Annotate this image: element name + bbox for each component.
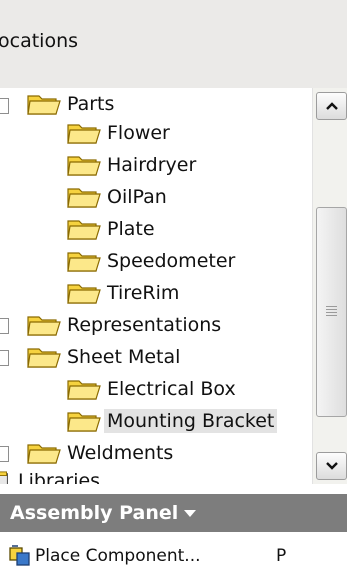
folder-icon bbox=[67, 156, 101, 176]
tree-item-label: Plate bbox=[107, 218, 155, 240]
tree-item-label: Weldments bbox=[67, 442, 174, 464]
scroll-down-button[interactable] bbox=[316, 452, 347, 480]
tree-expander-parts[interactable] bbox=[0, 98, 9, 114]
tree-item-label: Parts bbox=[67, 93, 115, 115]
folder-icon bbox=[27, 444, 61, 464]
locations-header: ocations bbox=[0, 0, 347, 89]
tree-item-label: Hairdryer bbox=[107, 154, 197, 176]
folder-icon bbox=[27, 95, 61, 115]
tree-item-label: OilPan bbox=[107, 186, 167, 208]
tree-item-label: Electrical Box bbox=[107, 378, 236, 400]
tree-item-oilpan[interactable]: OilPan bbox=[66, 181, 170, 213]
folder-icon bbox=[67, 124, 101, 144]
tree-item-plate[interactable]: Plate bbox=[66, 213, 158, 245]
tree-item-hairdryer[interactable]: Hairdryer bbox=[66, 149, 199, 181]
folder-icon bbox=[27, 316, 61, 336]
tree-expander-representations[interactable] bbox=[0, 318, 9, 334]
library-tree[interactable]: Parts Flower Hairdryer OilPan Plate Spee… bbox=[0, 88, 312, 484]
folder-icon bbox=[27, 348, 61, 368]
dropdown-arrow-icon[interactable] bbox=[184, 509, 197, 517]
tree-expander-sheet-metal[interactable] bbox=[0, 350, 9, 366]
chevron-up-icon bbox=[325, 102, 338, 110]
tree-item-representations[interactable]: Representations bbox=[26, 309, 224, 341]
folder-icon bbox=[67, 220, 101, 240]
folder-icon bbox=[67, 412, 101, 432]
tree-item-label: TireRim bbox=[107, 282, 180, 304]
place-component-command[interactable]: Place Component... bbox=[35, 546, 201, 566]
tree-scrollbar[interactable] bbox=[312, 88, 347, 484]
assembly-panel-header[interactable]: Assembly Panel bbox=[0, 494, 347, 532]
header-title: ocations bbox=[0, 30, 79, 52]
tree-item-tirerim[interactable]: TireRim bbox=[66, 277, 182, 309]
scroll-thumb[interactable] bbox=[316, 207, 347, 417]
tree-item-parts[interactable]: Parts bbox=[26, 88, 117, 120]
folder-icon bbox=[67, 252, 101, 272]
tree-item-label: Mounting Bracket bbox=[104, 409, 278, 433]
tree-expander-weldments[interactable] bbox=[0, 446, 9, 462]
scroll-up-button[interactable] bbox=[316, 92, 347, 120]
tree-item-label: Representations bbox=[67, 314, 222, 336]
tree-item-libraries[interactable]: Libraries bbox=[0, 465, 103, 484]
place-component-icon[interactable] bbox=[8, 544, 32, 568]
folder-icon bbox=[67, 380, 101, 400]
tree-item-label: Flower bbox=[107, 122, 170, 144]
tree-item-electrical-box[interactable]: Electrical Box bbox=[66, 373, 239, 405]
tree-item-speedometer[interactable]: Speedometer bbox=[66, 245, 238, 277]
panel-title: Assembly Panel bbox=[10, 502, 179, 524]
assembly-panel-body: Place Component... P bbox=[0, 532, 347, 579]
chevron-down-icon bbox=[325, 462, 338, 470]
folder-icon bbox=[67, 188, 101, 208]
tree-item-sheet-metal[interactable]: Sheet Metal bbox=[26, 341, 183, 373]
place-component-shortcut: P bbox=[276, 545, 287, 566]
tree-item-mounting-bracket[interactable]: Mounting Bracket bbox=[66, 405, 278, 437]
tree-item-label: Libraries bbox=[18, 470, 101, 484]
folder-icon bbox=[67, 284, 101, 304]
tree-item-flower[interactable]: Flower bbox=[66, 117, 173, 149]
tree-item-label: Sheet Metal bbox=[67, 346, 181, 368]
tree-item-label: Speedometer bbox=[107, 250, 236, 272]
library-icon bbox=[0, 471, 8, 484]
